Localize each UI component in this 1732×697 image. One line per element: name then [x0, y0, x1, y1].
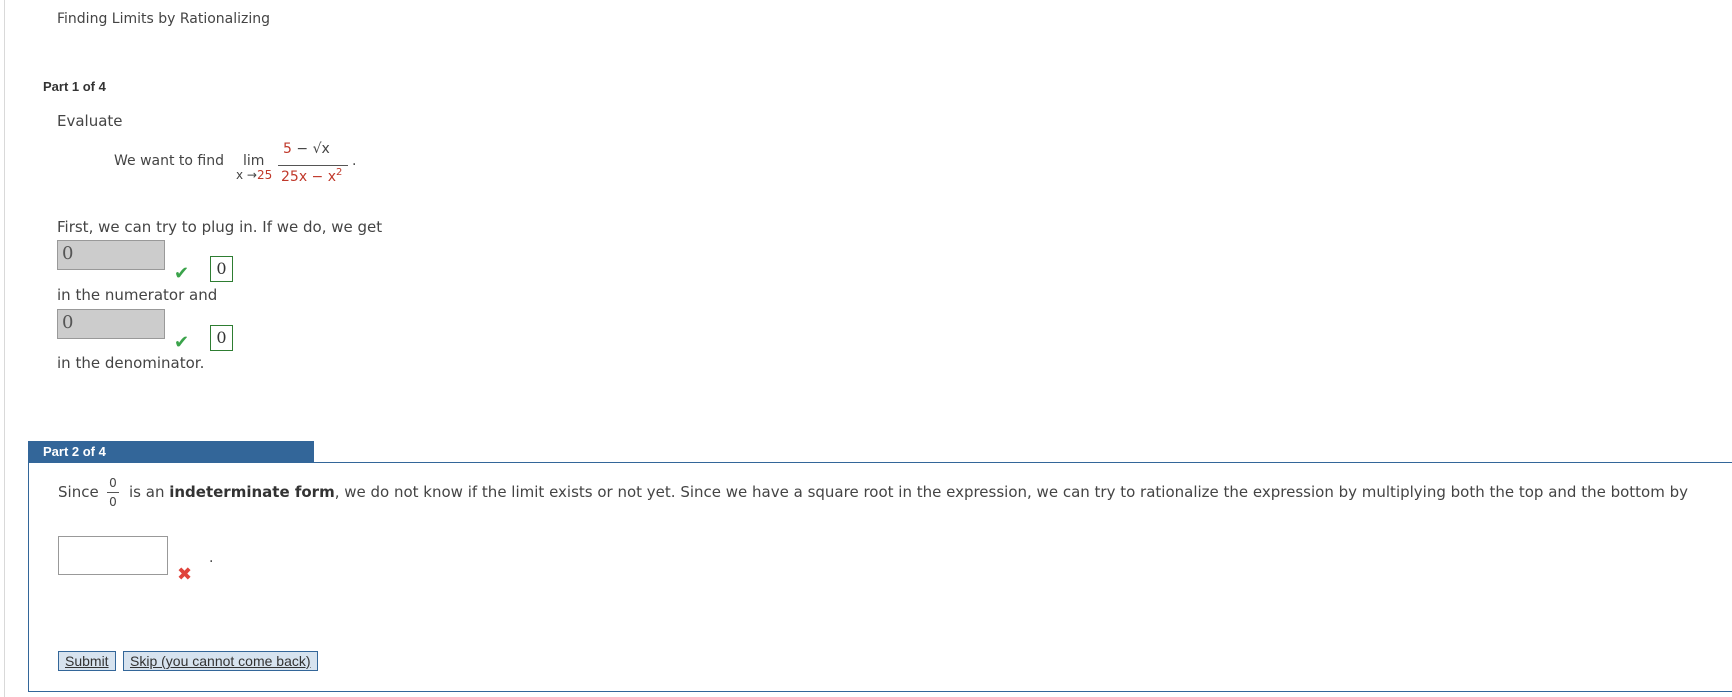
x-icon: ✖ — [177, 564, 193, 585]
text-before-bold: is an — [129, 483, 165, 501]
answer-period: . — [209, 550, 214, 566]
indeterminate-form-bold: indeterminate form — [169, 483, 335, 501]
fraction-numerator: 5 − √x — [283, 141, 330, 157]
rationalize-answer-input[interactable] — [58, 536, 168, 575]
check-icon: ✔ — [174, 332, 190, 353]
part1-header: Part 1 of 4 — [43, 79, 106, 94]
part2-header: Part 2 of 4 — [28, 441, 314, 462]
numerator-answer-input[interactable]: 0 — [57, 240, 165, 270]
numerator-text: in the numerator and — [57, 286, 218, 304]
indeterminate-text: is an indeterminate form, we do not know… — [129, 483, 1688, 501]
left-border — [4, 0, 5, 697]
frac-bottom: 0 — [109, 495, 117, 509]
numerator-sqrt: √x — [312, 141, 330, 157]
denominator-correct-answer: 0 — [210, 325, 233, 351]
want-text: We want to find — [114, 153, 225, 169]
denominator-exponent: 2 — [336, 167, 343, 178]
lim-subscript: x →25 — [236, 168, 272, 182]
submit-button[interactable]: Submit — [58, 651, 116, 671]
frac-top: 0 — [109, 476, 117, 490]
since-label: Since — [58, 483, 99, 501]
expression-period: . — [352, 153, 357, 169]
denominator-expr: 25x − x — [281, 169, 337, 185]
lim-label: lim — [243, 153, 265, 169]
zero-over-zero: 0 0 — [107, 476, 119, 509]
lim-variable: x → — [236, 168, 257, 182]
text-after-bold: , we do not know if the limit exists or … — [334, 483, 1689, 501]
plug-in-text: First, we can try to plug in. If we do, … — [57, 218, 383, 236]
skip-button[interactable]: Skip (you cannot come back) — [123, 651, 318, 671]
lim-value: 25 — [256, 168, 273, 182]
evaluate-label: Evaluate — [57, 112, 123, 130]
numerator-number: 5 — [283, 141, 292, 157]
denominator-answer-input[interactable]: 0 — [57, 309, 165, 339]
denominator-text: in the denominator. — [57, 354, 205, 372]
check-icon: ✔ — [174, 263, 190, 284]
fraction-bar — [278, 165, 348, 166]
fraction-denominator: 25x − x2 — [281, 167, 343, 185]
numerator-correct-answer: 0 — [210, 256, 233, 282]
page-title: Finding Limits by Rationalizing — [57, 11, 271, 27]
frac-bar — [107, 492, 119, 493]
numerator-operator: − — [296, 141, 309, 157]
